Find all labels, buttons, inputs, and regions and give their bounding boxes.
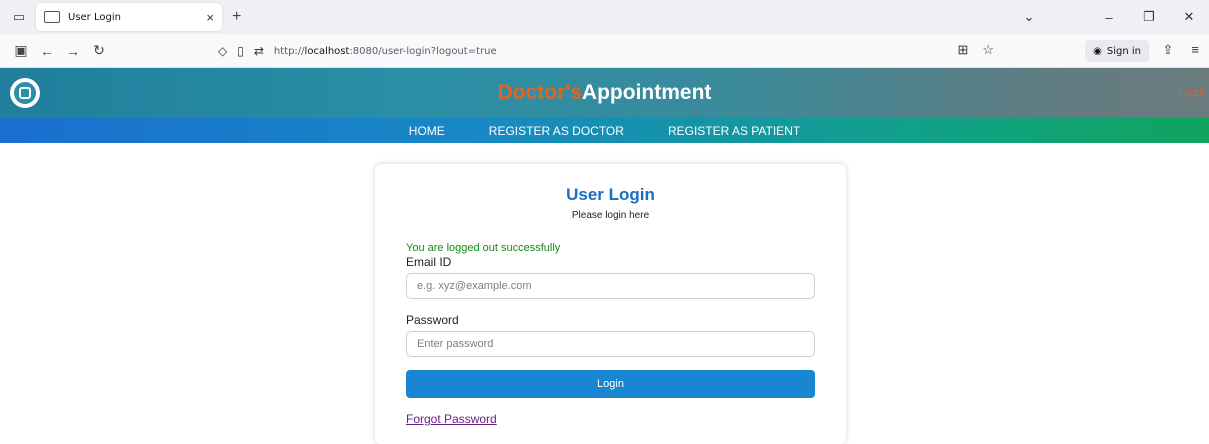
permissions-icon[interactable]: ⇄: [254, 44, 264, 58]
bookmark-star-icon[interactable]: ☆: [982, 42, 994, 58]
logout-success-message: You are logged out successfully: [406, 242, 561, 254]
brand-title: Doctor'sAppointment: [498, 81, 712, 105]
account-icon: ◉: [1093, 45, 1102, 57]
email-label: Email ID: [406, 255, 452, 269]
chevron-down-icon[interactable]: ⌄: [1009, 9, 1049, 25]
url-bar[interactable]: ◇ ▯ ⇄ http://localhost:8080/user-login?l…: [218, 38, 998, 64]
login-subtitle: Please login here: [571, 210, 650, 221]
password-field-wrapper: [406, 331, 815, 357]
password-label: Password: [406, 313, 459, 327]
menu-icon[interactable]: ≡: [1191, 42, 1199, 58]
login-button[interactable]: Login: [406, 370, 815, 398]
sign-in-button[interactable]: ◉ Sign in: [1085, 40, 1149, 62]
browser-tab[interactable]: User Login ×: [36, 3, 222, 31]
back-icon[interactable]: ←: [34, 43, 60, 59]
email-field-wrapper: [406, 273, 815, 299]
url-prefix: http://: [273, 45, 305, 57]
sidebar-icon[interactable]: ▣: [8, 42, 34, 59]
shield-icon[interactable]: ◇: [218, 44, 227, 58]
brand-part1: Doctor's: [497, 81, 582, 104]
page-info-icon[interactable]: ▯: [237, 44, 244, 58]
site-header: Doctor'sAppointment Login: [0, 68, 1209, 118]
forward-icon[interactable]: →: [60, 43, 86, 59]
browser-nav-bar: ▣ ← → ↻ ◇ ▯ ⇄ http://localhost:8080/user…: [0, 34, 1209, 68]
site-nav: HOME REGISTER AS DOCTOR REGISTER AS PATI…: [0, 118, 1209, 143]
logo-icon: [14, 82, 36, 104]
restore-icon[interactable]: ❐: [1129, 9, 1169, 25]
tab-list-icon[interactable]: ▭: [6, 4, 32, 30]
reader-view-icon[interactable]: ⊞: [957, 42, 968, 58]
nav-home[interactable]: HOME: [387, 124, 467, 138]
password-field[interactable]: [417, 338, 804, 350]
minimize-icon[interactable]: –: [1089, 10, 1129, 25]
sign-in-label: Sign in: [1106, 45, 1141, 57]
window-controls: ⌄ – ❐ ✕: [1009, 0, 1209, 34]
header-login-link[interactable]: Login: [1178, 87, 1205, 99]
new-tab-button[interactable]: +: [232, 8, 241, 26]
url-rest: :8080/user-login?logout=true: [349, 45, 497, 57]
email-field[interactable]: [417, 280, 804, 292]
login-title: User Login: [566, 185, 655, 204]
tab-close-icon[interactable]: ×: [206, 10, 214, 25]
url-actions: ⊞ ☆: [957, 42, 994, 58]
login-card: User Login Please login here You are log…: [375, 164, 846, 444]
browser-tab-bar: ▭ User Login × + ⌄ – ❐ ✕: [0, 0, 1209, 34]
share-icon[interactable]: ⇪: [1163, 42, 1174, 58]
nav-register-doctor[interactable]: REGISTER AS DOCTOR: [467, 124, 646, 138]
tab-title: User Login: [68, 11, 121, 23]
close-window-icon[interactable]: ✕: [1169, 9, 1209, 25]
toolbar-icons: ⇪ ≡: [1163, 42, 1200, 58]
url-host: localhost: [304, 45, 350, 57]
site-logo[interactable]: [10, 78, 40, 108]
page-icon: [44, 11, 60, 23]
reload-icon[interactable]: ↻: [86, 42, 112, 59]
nav-register-patient[interactable]: REGISTER AS PATIENT: [646, 124, 822, 138]
forgot-password-link[interactable]: Forgot Password: [406, 412, 497, 426]
brand-part2: Appointment: [581, 81, 712, 104]
